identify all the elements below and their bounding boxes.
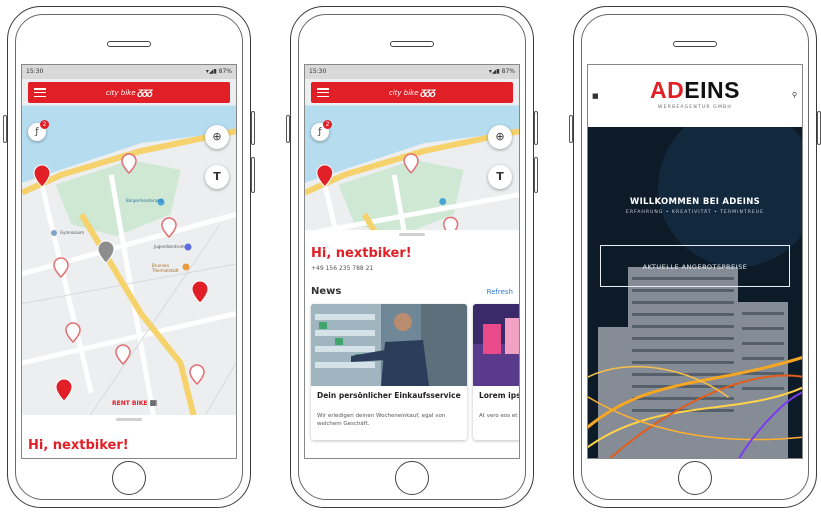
refresh-link[interactable]: Refresh [487, 288, 513, 296]
volume-button [569, 115, 573, 143]
bike-station-marker [33, 164, 209, 402]
filter-badge: 2 [323, 120, 332, 129]
greeting-text: Hi, nextbiker! [311, 246, 412, 261]
site-logo[interactable]: ADEINS [588, 77, 802, 104]
volume-button [3, 115, 7, 143]
site-header: ■ ADEINS WERBEAGENTUR GMBH ⚲ [588, 65, 802, 127]
sheet-handle[interactable] [116, 418, 142, 421]
map-screen: 15:30 ▾◢▮ 87% city bike ᵹᵹᵹ ƒ 2 ⊕ T Bürg… [21, 64, 237, 459]
greeting-text: Hi, nextbiker! [28, 438, 129, 453]
power-button [251, 111, 255, 145]
phone-number: +49 156 235 788 21 [311, 265, 374, 272]
offers-button[interactable]: AKTUELLE ANGEBOTSPREISE [600, 245, 790, 287]
news-card-desc: Wir erledigen deinen Wocheneinkauf, egal… [317, 413, 446, 427]
home-button [678, 461, 712, 495]
news-screen: 15:30 ▾◢▮ 87% city bike ᵹᵹᵹ ƒ 2 ⊕ T Hi, … [304, 64, 520, 459]
bottom-sheet[interactable]: Hi, nextbiker! +49 156 235 788 21 News R… [305, 230, 519, 458]
bottom-sheet[interactable]: Hi, nextbiker! [22, 415, 236, 458]
news-card[interactable]: Dein persönlicher Einkaufsservice Wir er… [311, 304, 467, 440]
filter-button[interactable]: ƒ 2 [311, 120, 332, 141]
news-card[interactable]: Lorem ipsu consetur s At vero eos et ac … [473, 304, 519, 440]
crosshair-icon: ⊕ [495, 130, 505, 143]
power-button [534, 111, 538, 145]
rent-bike-button[interactable]: RENT BIKE ▦ [112, 398, 157, 407]
filter-station-button[interactable]: T [488, 165, 512, 189]
volume-button [286, 115, 290, 143]
news-card-title: Lorem ipsu consetur s [479, 391, 519, 400]
news-heading: News [311, 286, 342, 297]
sheet-handle[interactable] [399, 233, 425, 236]
bike-logo-icon: ᵹᵹᵹ [420, 87, 436, 98]
home-button [112, 461, 146, 495]
news-card-title: Dein persönlicher Einkaufsservice [317, 391, 461, 400]
funnel-icon: T [496, 170, 504, 183]
map-label: Gymnasium [60, 230, 84, 235]
side-button [251, 157, 255, 193]
website-screen: ■ ADEINS WERBEAGENTUR GMBH ⚲ WILLKOMMEN … [587, 64, 803, 459]
news-card-desc: At vero eos et ac dolorem [479, 413, 519, 419]
status-bar: 15:30 ▾◢▮ 87% [305, 65, 519, 79]
map-label: Brunnen Thermalstadt [152, 263, 179, 273]
rent-bike-label: RENT BIKE [112, 400, 148, 407]
map-label: Bürgermeisteramt [126, 198, 163, 203]
news-card-image [473, 304, 519, 386]
tagline: ERFAHRUNG • KREATIVITÄT • TERMINTREUE [625, 210, 765, 215]
qr-code-icon: ▦ [149, 398, 158, 407]
news-card-image [311, 304, 467, 386]
home-button [395, 461, 429, 495]
status-icons: ▾◢▮ 87% [488, 68, 515, 75]
welcome-heading: WILLKOMMEN BEI ADEINS [629, 197, 761, 207]
status-time: 15:30 [309, 68, 327, 75]
hero-section: WILLKOMMEN BEI ADEINS ERFAHRUNG • KREATI… [588, 127, 802, 458]
filter-icon: ƒ [318, 127, 322, 137]
speaker-grille [107, 41, 151, 47]
speaker-grille [390, 41, 434, 47]
location-icon[interactable]: ⚲ [792, 91, 797, 99]
logo-eins: EINS [684, 77, 740, 103]
map-label: Jugendzentrum [154, 244, 185, 249]
brand-logo: city bike ᵹᵹᵹ [311, 87, 513, 98]
phone-frame-2: 15:30 ▾◢▮ 87% city bike ᵹᵹᵹ ƒ 2 ⊕ T Hi, … [286, 6, 538, 508]
logo-subtitle: WERBEAGENTUR GMBH [658, 105, 732, 110]
logo-ad: AD [650, 77, 685, 103]
phone-frame-1: 15:30 ▾◢▮ 87% city bike ᵹᵹᵹ ƒ 2 ⊕ T Bürg… [3, 6, 255, 508]
app-bar: city bike ᵹᵹᵹ [311, 82, 513, 103]
locate-button[interactable]: ⊕ [488, 125, 512, 149]
power-button [817, 111, 821, 145]
speaker-grille [673, 41, 717, 47]
side-button [534, 157, 538, 193]
hero-background [588, 127, 802, 458]
phone-frame-3: ■ ADEINS WERBEAGENTUR GMBH ⚲ WILLKOMMEN … [569, 6, 821, 508]
brand-text: city bike [388, 89, 419, 97]
